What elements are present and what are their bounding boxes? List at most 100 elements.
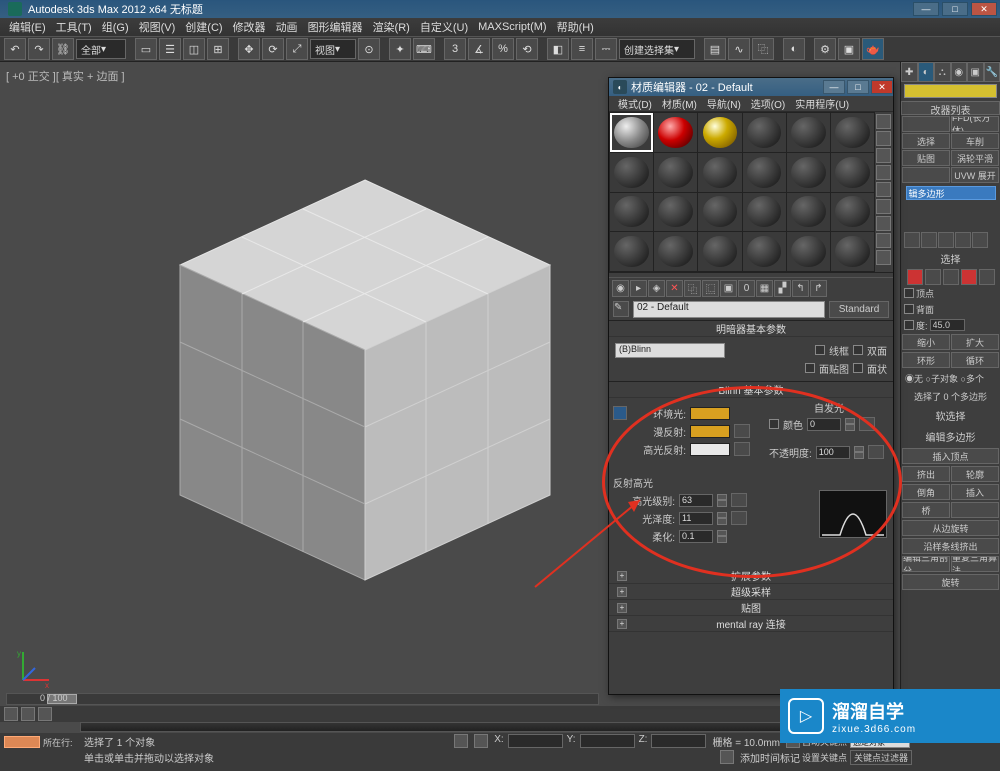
sample-slot-2[interactable] bbox=[654, 113, 697, 152]
self-illum-color-check[interactable] bbox=[769, 419, 779, 429]
selection-rollout-header[interactable]: 选择 bbox=[901, 248, 1000, 269]
retri-button[interactable]: 重复三角算法 bbox=[951, 556, 999, 572]
sample-slot-5[interactable] bbox=[787, 113, 830, 152]
two-sided-check[interactable] bbox=[853, 345, 863, 355]
select-name-button[interactable]: ☰ bbox=[159, 38, 181, 60]
medit-menu-options[interactable]: 选项(O) bbox=[746, 96, 790, 111]
extended-params-rollout-header[interactable]: +扩展参数 bbox=[609, 568, 893, 584]
sample-slot-13[interactable] bbox=[610, 193, 653, 232]
trackbar-btn2[interactable] bbox=[21, 707, 35, 721]
turn-button[interactable]: 旋转 bbox=[902, 574, 999, 590]
editpoly-rollout-header[interactable]: 编辑多边形 bbox=[901, 426, 1000, 447]
go-parent-button[interactable]: ↰ bbox=[792, 280, 809, 297]
curve-editor-button[interactable]: ∿ bbox=[728, 38, 750, 60]
material-type-button[interactable]: Standard bbox=[829, 301, 889, 318]
vertex-check[interactable] bbox=[904, 288, 914, 298]
stack-config-button[interactable] bbox=[972, 232, 988, 248]
y-coord-input[interactable] bbox=[580, 734, 635, 748]
menu-group[interactable]: 组(G) bbox=[97, 19, 134, 35]
insert-vertex-button[interactable]: 插入顶点 bbox=[902, 448, 999, 464]
medit-maximize-button[interactable]: □ bbox=[847, 80, 869, 94]
background-button[interactable] bbox=[876, 148, 891, 163]
shrink-button[interactable]: 缩小 bbox=[902, 334, 950, 350]
angle-value-input[interactable] bbox=[930, 319, 965, 331]
shader-basic-rollout-header[interactable]: 明暗器基本参数 bbox=[609, 321, 893, 337]
select-region-button[interactable]: ◫ bbox=[183, 38, 205, 60]
close-button[interactable]: ✕ bbox=[971, 2, 997, 16]
make-preview-button[interactable] bbox=[876, 199, 891, 214]
cmd-tab-create[interactable]: ✚ bbox=[901, 62, 918, 82]
snap-button[interactable]: 3 bbox=[444, 38, 466, 60]
menu-edit[interactable]: 编辑(E) bbox=[4, 19, 51, 35]
mod-btn-uvw[interactable]: UVW 展开 bbox=[951, 167, 999, 183]
spec-level-input[interactable] bbox=[679, 494, 713, 507]
specular-map-button[interactable] bbox=[734, 442, 750, 456]
cmd-tab-modify[interactable]: ◐ bbox=[918, 62, 935, 82]
mat-map-nav-button[interactable] bbox=[876, 250, 891, 265]
medit-menu-nav[interactable]: 导航(N) bbox=[702, 96, 746, 111]
material-name-combo[interactable]: 02 - Default bbox=[633, 301, 825, 318]
sample-slot-11[interactable] bbox=[787, 153, 830, 192]
quick-align-button[interactable]: ⎓ bbox=[595, 38, 617, 60]
subobj-border-button[interactable] bbox=[943, 269, 959, 285]
pick-mat-button[interactable]: ✎ bbox=[613, 301, 629, 317]
show-map-button[interactable]: ▦ bbox=[756, 280, 773, 297]
mat-id-button[interactable]: 0 bbox=[738, 280, 755, 297]
flip-button[interactable] bbox=[951, 502, 999, 518]
angle-check[interactable] bbox=[904, 320, 914, 330]
time-slider[interactable] bbox=[6, 693, 599, 705]
specular-color-swatch[interactable] bbox=[690, 443, 730, 456]
quick-render-button[interactable]: 🫖 bbox=[862, 38, 884, 60]
extrude-button[interactable]: 挤出 bbox=[902, 466, 950, 482]
sample-slot-6[interactable] bbox=[831, 113, 874, 152]
mod-btn-select[interactable]: 选择 bbox=[902, 133, 950, 149]
bevel-button[interactable]: 倒角 bbox=[902, 484, 950, 500]
select-by-mat-button[interactable] bbox=[876, 233, 891, 248]
put-mat-button[interactable]: ▸ bbox=[630, 280, 647, 297]
sample-slot-23[interactable] bbox=[787, 232, 830, 271]
options-button[interactable] bbox=[876, 216, 891, 231]
mod-btn-blank2[interactable] bbox=[902, 167, 950, 183]
medit-menu-mode[interactable]: 模式(D) bbox=[613, 96, 657, 111]
stack-pin-button[interactable] bbox=[904, 232, 920, 248]
undo-button[interactable]: ↶ bbox=[4, 38, 26, 60]
extrude-spline-button[interactable]: 沿样条线挤出 bbox=[902, 538, 999, 554]
mod-btn-blank[interactable] bbox=[902, 116, 950, 132]
subobj-vertex-button[interactable] bbox=[907, 269, 923, 285]
sample-slot-8[interactable] bbox=[654, 153, 697, 192]
mentalray-rollout-header[interactable]: +mental ray 连接 bbox=[609, 616, 893, 632]
menu-render[interactable]: 渲染(R) bbox=[368, 19, 415, 35]
named-selset-combo[interactable]: 创建选择集 ▾ bbox=[619, 39, 695, 59]
ref-coord-combo[interactable]: 视图 ▾ bbox=[310, 39, 356, 59]
medit-menu-util[interactable]: 实用程序(U) bbox=[790, 96, 854, 111]
make-copy-button[interactable]: ⿻ bbox=[684, 280, 701, 297]
add-time-tag-label[interactable]: 添加时间标记 bbox=[740, 750, 800, 765]
spec-level-map-button[interactable] bbox=[731, 493, 747, 507]
self-illum-value-input[interactable] bbox=[807, 418, 841, 431]
manip-button[interactable]: ✦ bbox=[389, 38, 411, 60]
sample-slot-4[interactable] bbox=[743, 113, 786, 152]
maximize-button[interactable]: □ bbox=[942, 2, 968, 16]
cmd-tab-hierarchy[interactable]: ⛬ bbox=[934, 62, 951, 82]
object-name-field[interactable] bbox=[904, 84, 997, 98]
loop-button[interactable]: 循环 bbox=[951, 352, 999, 368]
mirror-button[interactable]: ◧ bbox=[547, 38, 569, 60]
back-check[interactable] bbox=[904, 304, 914, 314]
cmd-tab-utilities[interactable]: 🔧 bbox=[984, 62, 1000, 82]
modifier-list-header[interactable]: 改器列表 bbox=[901, 101, 1000, 115]
render-setup-button[interactable]: ⚙ bbox=[814, 38, 836, 60]
faceted-check[interactable] bbox=[853, 363, 863, 373]
get-mat-button[interactable]: ◉ bbox=[612, 280, 629, 297]
opacity-map-button[interactable] bbox=[868, 445, 884, 459]
medit-minimize-button[interactable]: — bbox=[823, 80, 845, 94]
sample-slot-16[interactable] bbox=[743, 193, 786, 232]
ambient-color-swatch[interactable] bbox=[690, 407, 730, 420]
sample-slot-19[interactable] bbox=[610, 232, 653, 271]
layers-button[interactable]: ▤ bbox=[704, 38, 726, 60]
cmd-tab-motion[interactable]: ◉ bbox=[951, 62, 968, 82]
keymode-button[interactable]: ⌨ bbox=[413, 38, 435, 60]
mod-btn-lathe[interactable]: 车削 bbox=[951, 133, 999, 149]
sample-slot-7[interactable] bbox=[610, 153, 653, 192]
menu-create[interactable]: 创建(C) bbox=[180, 19, 227, 35]
selection-lock-button[interactable] bbox=[4, 736, 40, 748]
